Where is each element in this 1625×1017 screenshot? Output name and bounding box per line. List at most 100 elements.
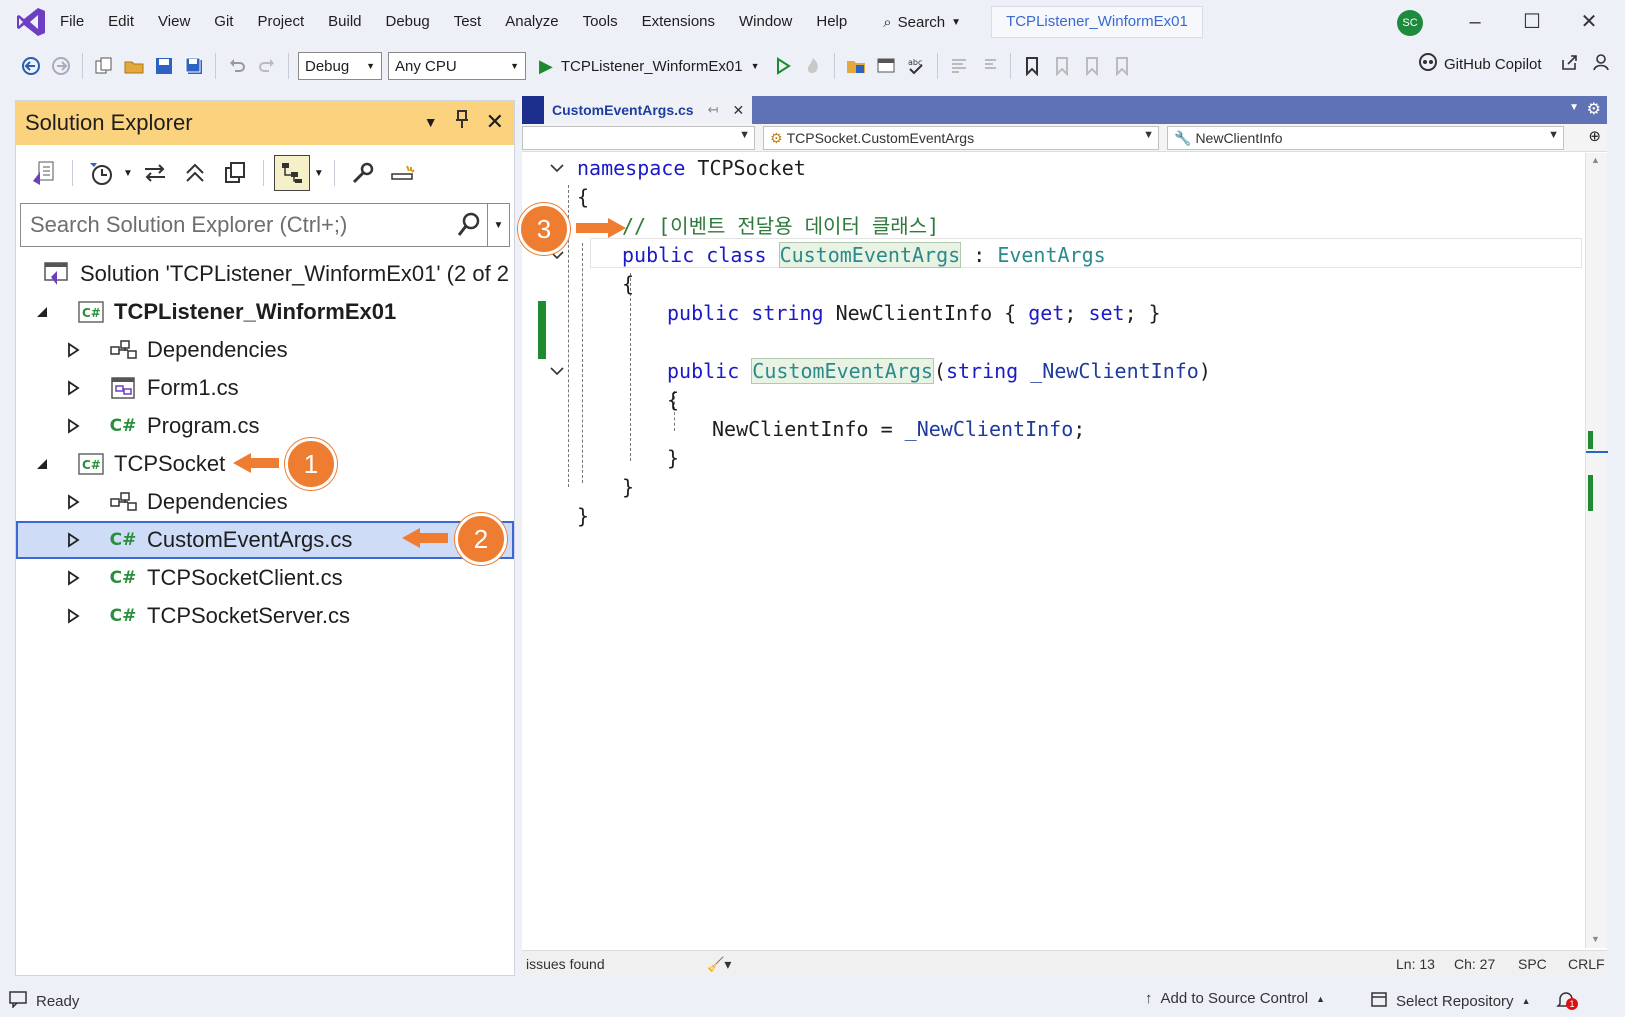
code-cleanup-icon[interactable]: 🧹▾ xyxy=(707,956,731,973)
account-avatar[interactable]: SC xyxy=(1397,10,1423,36)
redo-icon[interactable] xyxy=(254,53,280,79)
menu-test[interactable]: Test xyxy=(442,0,494,44)
tree-item-file[interactable]: Form1.cs xyxy=(16,369,514,407)
chevron-down-icon[interactable]: ▼ xyxy=(314,168,324,179)
sync-with-active-document-icon[interactable] xyxy=(137,155,173,191)
search-icon[interactable] xyxy=(457,212,481,242)
solution-explorer-search-box[interactable]: ▼ xyxy=(20,203,510,247)
github-copilot-button[interactable]: GitHub Copilot xyxy=(1418,52,1610,76)
visual-studio-logo-icon[interactable] xyxy=(14,5,48,39)
save-icon[interactable] xyxy=(151,53,177,79)
solution-folder-icon[interactable] xyxy=(843,53,869,79)
menu-build[interactable]: Build xyxy=(316,0,373,44)
undo-icon[interactable] xyxy=(224,53,250,79)
menu-edit[interactable]: Edit xyxy=(96,0,146,44)
configuration-select[interactable]: Debug ▼ xyxy=(298,52,382,80)
browser-link-icon[interactable] xyxy=(873,53,899,79)
solution-explorer-search-input[interactable] xyxy=(21,212,441,238)
chevron-down-icon[interactable]: ▼ xyxy=(123,168,133,179)
code-text-area[interactable]: namespace TCPSocket { // [이벤트 전달용 데이터 클래… xyxy=(522,153,1582,943)
menu-debug[interactable]: Debug xyxy=(374,0,442,44)
pending-changes-filter-icon[interactable] xyxy=(83,155,119,191)
collapsed-triangle-icon[interactable] xyxy=(64,379,82,397)
tab-overflow-icon[interactable]: ▼ xyxy=(1569,102,1579,113)
menu-file[interactable]: File xyxy=(48,0,96,44)
add-to-source-control-button[interactable]: ↑ Add to Source Control ▲ xyxy=(1145,990,1325,1007)
properties-wrench-icon[interactable] xyxy=(345,155,381,191)
global-search-button[interactable]: ⌕ Search ▼ xyxy=(873,7,971,37)
uncomment-lines-icon[interactable] xyxy=(976,53,1002,79)
project-nav-dropdown[interactable]: ▼ xyxy=(522,126,755,150)
notifications-button[interactable]: 1 xyxy=(1556,990,1578,1014)
collapsed-triangle-icon[interactable] xyxy=(64,531,82,549)
preview-toggle-icon[interactable] xyxy=(385,155,421,191)
menu-tools[interactable]: Tools xyxy=(571,0,630,44)
document-tab[interactable]: CustomEventArgs.cs ↤ ✕ xyxy=(522,96,753,124)
scroll-up-icon[interactable]: ▲ xyxy=(1591,155,1600,165)
previous-bookmark-icon[interactable] xyxy=(1049,53,1075,79)
navigate-back-icon[interactable] xyxy=(18,53,44,79)
type-nav-dropdown[interactable]: ⚙ TCPSocket.CustomEventArgs ▼ xyxy=(763,126,1159,150)
tree-item-file[interactable]: C# TCPSocketClient.cs xyxy=(16,559,514,597)
navigate-forward-icon[interactable] xyxy=(48,53,74,79)
issues-status[interactable]: issues found xyxy=(526,956,605,972)
collapsed-triangle-icon[interactable] xyxy=(64,569,82,587)
start-debugging-button[interactable]: ▶ TCPListener_WinformEx01 ▼ xyxy=(539,56,760,77)
select-repository-button[interactable]: Select Repository ▲ xyxy=(1370,990,1530,1012)
pin-tab-icon[interactable]: ↤ xyxy=(708,102,719,118)
menu-window[interactable]: Window xyxy=(727,0,804,44)
bookmark-icon[interactable] xyxy=(1019,53,1045,79)
tree-item-project[interactable]: C# TCPListener_WinformEx01 xyxy=(16,293,514,331)
spell-check-icon[interactable]: abc xyxy=(903,53,929,79)
indent-mode[interactable]: SPC xyxy=(1518,956,1547,972)
collapsed-triangle-icon[interactable] xyxy=(64,341,82,359)
preview-selected-items-icon[interactable] xyxy=(273,155,310,191)
tree-item-dependencies[interactable]: Dependencies xyxy=(16,483,514,521)
close-tab-icon[interactable]: ✕ xyxy=(733,102,745,119)
start-without-debugging-icon[interactable] xyxy=(770,53,796,79)
scroll-down-icon[interactable]: ▼ xyxy=(1591,934,1600,944)
close-window-icon[interactable]: ✕ xyxy=(1572,6,1606,38)
line-number[interactable]: Ln: 13 xyxy=(1396,956,1435,972)
settings-gear-icon[interactable]: ⚙ xyxy=(1587,99,1601,119)
member-nav-dropdown[interactable]: 🔧 NewClientInfo ▼ xyxy=(1167,126,1564,150)
menu-git[interactable]: Git xyxy=(202,0,245,44)
tree-item-file[interactable]: C# TCPSocketServer.cs xyxy=(16,597,514,635)
show-all-files-icon[interactable] xyxy=(217,155,253,191)
tree-item-dependencies[interactable]: Dependencies xyxy=(16,331,514,369)
switch-views-icon[interactable] xyxy=(26,155,62,191)
menu-help[interactable]: Help xyxy=(804,0,859,44)
maximize-icon[interactable]: ☐ xyxy=(1515,6,1549,38)
collapsed-triangle-icon[interactable] xyxy=(64,417,82,435)
close-icon[interactable]: ✕ xyxy=(486,109,504,135)
vertical-scrollbar[interactable]: ▲ ▼ xyxy=(1585,153,1608,948)
collapse-region-icon[interactable] xyxy=(548,362,566,380)
minimize-icon[interactable]: – xyxy=(1458,6,1492,38)
pin-icon[interactable] xyxy=(454,109,470,135)
hot-reload-icon[interactable] xyxy=(800,53,826,79)
share-icon[interactable] xyxy=(1560,53,1578,75)
menu-analyze[interactable]: Analyze xyxy=(493,0,570,44)
next-bookmark-icon[interactable] xyxy=(1079,53,1105,79)
new-project-icon[interactable] xyxy=(91,53,117,79)
tree-item-file[interactable]: C# Program.cs xyxy=(16,407,514,445)
comment-lines-icon[interactable] xyxy=(946,53,972,79)
platform-select[interactable]: Any CPU ▼ xyxy=(388,52,526,80)
column-number[interactable]: Ch: 27 xyxy=(1454,956,1495,972)
save-all-icon[interactable] xyxy=(181,53,207,79)
menu-view[interactable]: View xyxy=(146,0,202,44)
search-options-dropdown[interactable]: ▼ xyxy=(487,204,509,246)
menu-extensions[interactable]: Extensions xyxy=(630,0,727,44)
line-ending[interactable]: CRLF xyxy=(1568,956,1605,972)
collapse-region-icon[interactable] xyxy=(548,159,566,177)
collapse-all-icon[interactable] xyxy=(177,155,213,191)
collapsed-triangle-icon[interactable] xyxy=(64,493,82,511)
tree-item-solution[interactable]: Solution 'TCPListener_WinformEx01' (2 of… xyxy=(16,255,514,293)
expanded-triangle-icon[interactable] xyxy=(33,303,51,321)
clear-bookmarks-icon[interactable] xyxy=(1109,53,1135,79)
collapsed-triangle-icon[interactable] xyxy=(64,607,82,625)
open-folder-icon[interactable] xyxy=(121,53,147,79)
window-position-icon[interactable]: ▼ xyxy=(424,114,438,130)
split-window-icon[interactable]: ⊕ xyxy=(1588,127,1601,145)
feedback-icon[interactable] xyxy=(1592,53,1610,75)
